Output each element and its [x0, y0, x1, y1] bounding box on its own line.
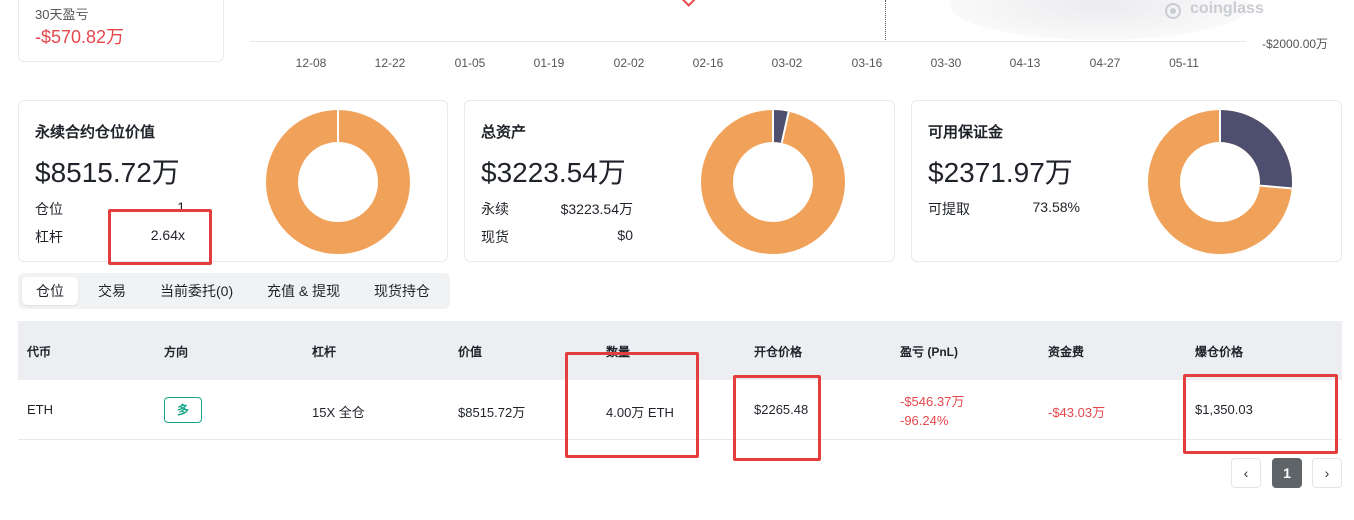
x-tick: 12-22	[374, 56, 406, 70]
positions-label: 仓位	[35, 201, 63, 217]
pagination-page-button[interactable]: 1	[1272, 458, 1302, 488]
x-tick: 04-13	[1009, 56, 1041, 70]
cell-leverage: 15X 全仓	[312, 405, 365, 420]
pagination-prev-button[interactable]: ‹	[1231, 458, 1261, 488]
x-tick: 01-05	[454, 56, 486, 70]
spot-assets-label: 现货	[481, 229, 509, 245]
perp-card-value: $8515.72万	[35, 157, 180, 188]
x-tick: 05-11	[1169, 56, 1199, 70]
perp-assets-value: $3223.54万	[560, 201, 633, 217]
perp-card-title: 永续合约仓位价值	[35, 124, 156, 141]
cell-value: $8515.72万	[458, 405, 526, 420]
withdrawable-label: 可提取	[928, 201, 970, 217]
cell-pnl: -$546.37万	[900, 394, 965, 409]
perp-assets-label: 永续	[481, 201, 509, 217]
cell-pnl-pct: -96.24%	[900, 413, 949, 428]
assets-card-title: 总资产	[481, 124, 527, 141]
highlight-box-entry-price	[733, 375, 821, 461]
assets-card-value: $3223.54万	[481, 157, 626, 188]
coinglass-logo-icon	[1165, 3, 1181, 19]
pnl-30d-value: -$570.82万	[35, 27, 125, 47]
pnl-30d-label: 30天盈亏	[35, 7, 89, 22]
x-tick: 03-30	[930, 56, 962, 70]
x-tick: 03-02	[771, 56, 803, 70]
spot-assets-value: $0	[617, 227, 633, 243]
margin-card-title: 可用保证金	[928, 124, 1004, 141]
tab-spot-holdings[interactable]: 现货持仓	[360, 277, 444, 305]
perp-donut-chart	[266, 110, 410, 254]
tab-deposit-withdraw[interactable]: 充值 & 提现	[253, 277, 354, 305]
tab-positions[interactable]: 仓位	[22, 277, 78, 305]
col-funding: 资金费	[1048, 345, 1085, 359]
x-tick: 04-27	[1089, 56, 1121, 70]
tab-open-orders[interactable]: 当前委托(0)	[146, 277, 247, 305]
cell-token: ETH	[27, 402, 53, 417]
x-tick: 12-08	[295, 56, 327, 70]
margin-donut-chart	[1148, 110, 1292, 254]
chart-line-fragment	[680, 0, 696, 7]
x-tick: 02-02	[613, 56, 645, 70]
chart-crosshair	[885, 0, 886, 42]
chart-y-tick-neg: -$2000.00万	[1262, 37, 1329, 51]
pnl-30d-card: 30天盈亏 -$570.82万	[18, 0, 224, 62]
direction-long-badge: 多	[164, 397, 202, 423]
highlight-box-amount	[565, 352, 699, 458]
col-liq-price: 爆仓价格	[1195, 345, 1244, 359]
cell-funding: -$43.03万	[1048, 405, 1106, 420]
pagination-next-button[interactable]: ›	[1312, 458, 1342, 488]
col-direction: 方向	[164, 345, 189, 359]
leverage-label: 杠杆	[35, 229, 63, 245]
perp-position-card: 永续合约仓位价值 $8515.72万 仓位 1 杠杆 2.64x	[18, 100, 448, 262]
total-assets-card: 总资产 $3223.54万 永续 $3223.54万 现货 $0	[464, 100, 895, 262]
chart-x-axis	[250, 41, 1246, 42]
x-tick: 02-16	[692, 56, 724, 70]
col-leverage: 杠杆	[312, 345, 337, 359]
assets-donut-chart	[701, 110, 845, 254]
highlight-box-liq-price	[1183, 374, 1338, 454]
highlight-box-leverage	[108, 209, 212, 265]
withdrawable-value: 73.58%	[1032, 199, 1080, 215]
margin-card-value: $2371.97万	[928, 157, 1073, 188]
donut-orange-segment	[701, 110, 845, 254]
col-value: 价值	[458, 345, 483, 359]
x-tick: 03-16	[851, 56, 883, 70]
tab-trades[interactable]: 交易	[84, 277, 140, 305]
position-tabs: 仓位 交易 当前委托(0) 充值 & 提现 现货持仓	[18, 273, 450, 309]
col-token: 代币	[27, 345, 52, 359]
donut-orange-segment	[266, 110, 410, 254]
x-tick: 01-19	[533, 56, 565, 70]
col-entry-price: 开仓价格	[754, 345, 803, 359]
col-pnl: 盈亏 (PnL)	[900, 345, 958, 359]
coinglass-watermark: coinglass	[1190, 0, 1264, 17]
available-margin-card: 可用保证金 $2371.97万 可提取 73.58%	[911, 100, 1342, 262]
